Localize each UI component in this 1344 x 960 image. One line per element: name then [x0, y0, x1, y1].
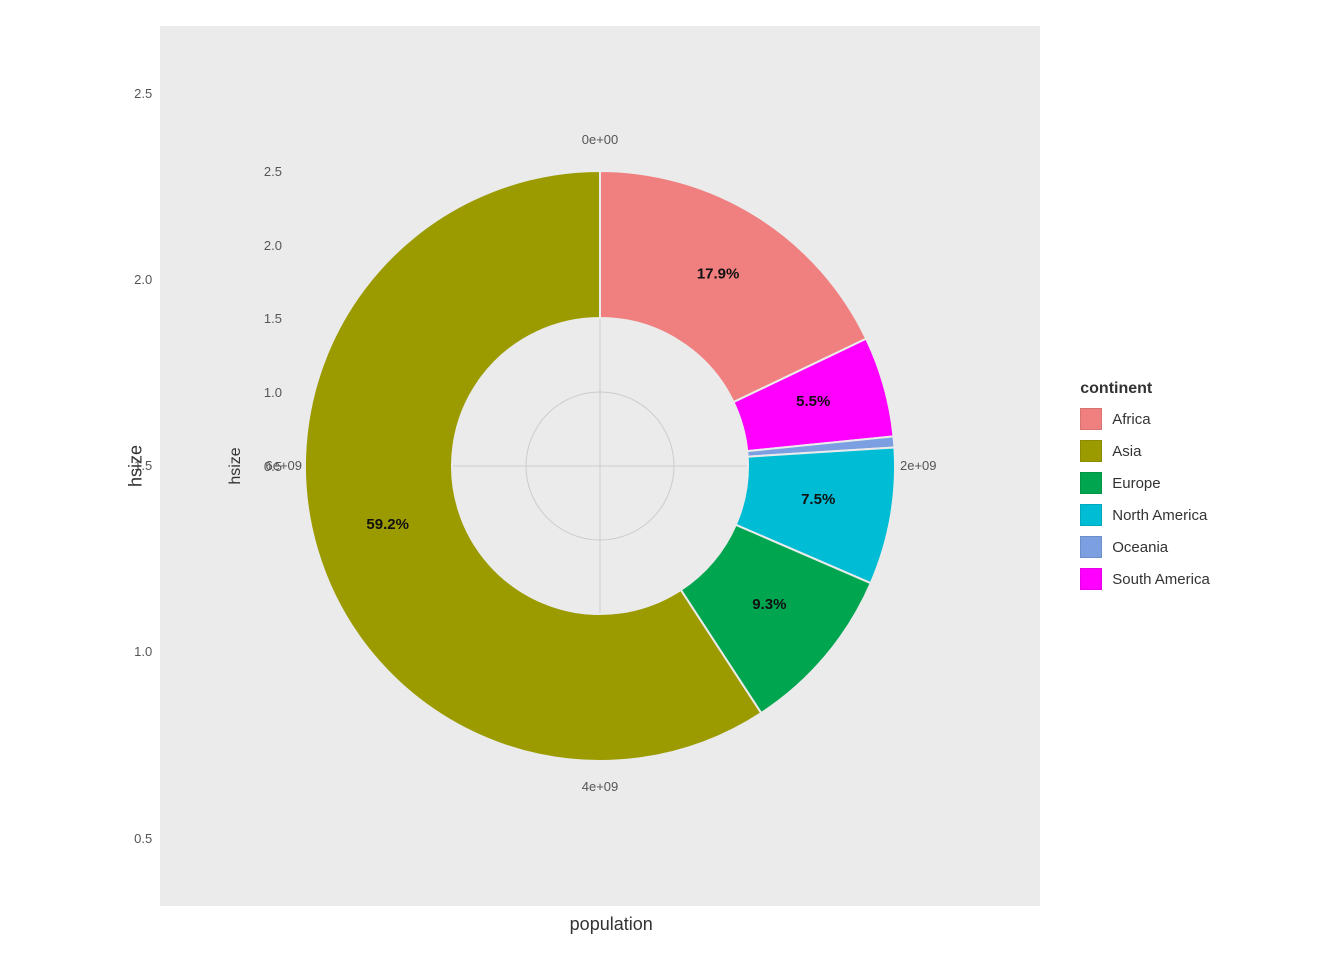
- legend-swatch-north-america: [1080, 504, 1102, 526]
- legend-swatch-europe: [1080, 472, 1102, 494]
- svg-text:5.5%: 5.5%: [796, 393, 830, 410]
- y-tick-2-5: 2.5: [134, 86, 152, 101]
- svg-text:2.0: 2.0: [264, 238, 282, 253]
- legend-item-south-america: South America: [1080, 568, 1210, 590]
- legend-item-africa: Africa: [1080, 408, 1210, 430]
- legend-title: continent: [1080, 380, 1210, 398]
- legend-label-africa: Africa: [1112, 411, 1150, 428]
- svg-text:59.2%: 59.2%: [367, 516, 410, 533]
- svg-text:2.5: 2.5: [264, 164, 282, 179]
- y-tick-2-0: 2.0: [134, 272, 152, 287]
- legend-item-europe: Europe: [1080, 472, 1210, 494]
- y-axis-label: hsize: [126, 444, 147, 486]
- legend-item-oceania: Oceania: [1080, 536, 1210, 558]
- svg-text:17.9%: 17.9%: [697, 265, 740, 282]
- svg-text:1.0: 1.0: [264, 385, 282, 400]
- x-axis-label: population: [570, 914, 653, 935]
- chart-container: 2.5 2.0 1.5 1.0 0.5 hsize: [0, 0, 1344, 960]
- legend-label-asia: Asia: [1112, 443, 1141, 460]
- svg-text:7.5%: 7.5%: [801, 491, 835, 508]
- legend-label-europe: Europe: [1112, 475, 1160, 492]
- donut-chart: 0e+002e+094e+096e+0917.9%5.5%7.5%9.3%59.…: [210, 76, 990, 856]
- svg-text:0.5: 0.5: [264, 459, 282, 474]
- svg-text:4e+09: 4e+09: [582, 779, 619, 794]
- svg-text:2e+09: 2e+09: [900, 458, 937, 473]
- legend-item-north-america: North America: [1080, 504, 1210, 526]
- legend-label-north-america: North America: [1112, 507, 1207, 524]
- plot-area: hsize: [160, 26, 1040, 906]
- svg-text:hsize: hsize: [227, 447, 244, 484]
- y-tick-1-0: 1.0: [134, 644, 152, 659]
- plot-with-axes: 2.5 2.0 1.5 1.0 0.5 hsize: [134, 26, 1040, 935]
- legend-item-asia: Asia: [1080, 440, 1210, 462]
- y-tick-0-5: 0.5: [134, 831, 152, 846]
- plot-row: 2.5 2.0 1.5 1.0 0.5 hsize: [134, 26, 1040, 906]
- legend-swatch-oceania: [1080, 536, 1102, 558]
- chart-inner: 2.5 2.0 1.5 1.0 0.5 hsize: [0, 0, 1344, 960]
- svg-text:0e+00: 0e+00: [582, 132, 619, 147]
- svg-text:1.5: 1.5: [264, 311, 282, 326]
- legend-swatch-asia: [1080, 440, 1102, 462]
- legend-label-oceania: Oceania: [1112, 539, 1168, 556]
- legend-swatch-africa: [1080, 408, 1102, 430]
- legend-swatch-south-america: [1080, 568, 1102, 590]
- legend-label-south-america: South America: [1112, 571, 1210, 588]
- svg-text:9.3%: 9.3%: [752, 595, 786, 612]
- legend: continent Africa Asia Europe North Ameri…: [1080, 380, 1210, 600]
